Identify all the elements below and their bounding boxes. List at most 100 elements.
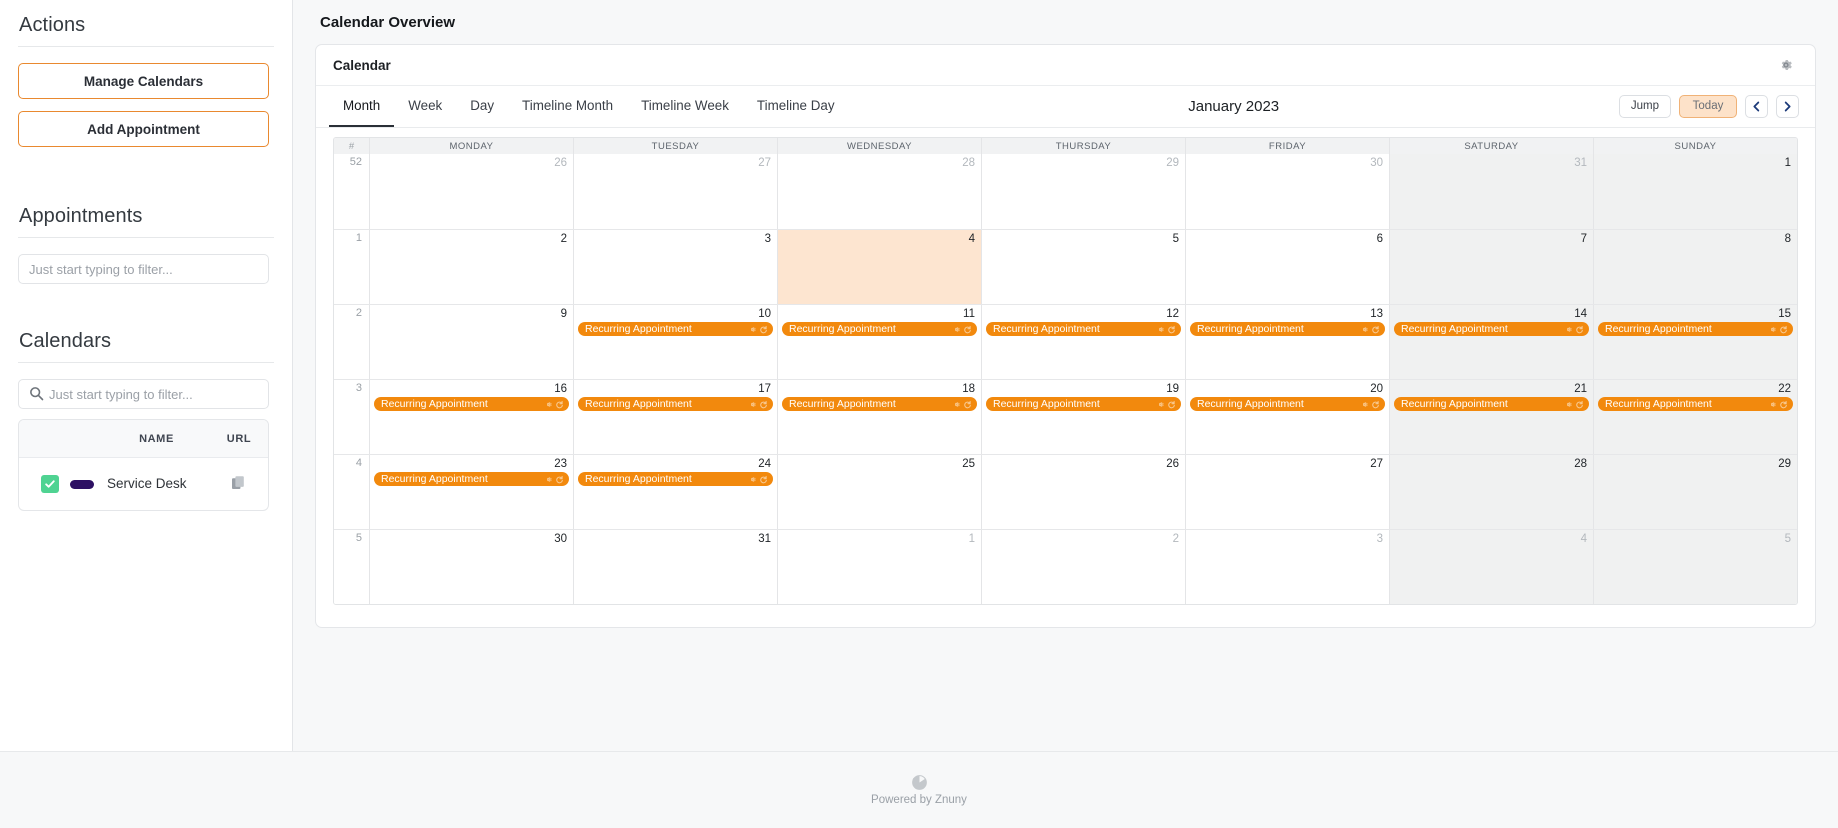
appointment-item[interactable]: Recurring Appointment	[578, 322, 773, 336]
calendar-month-grid: # MONDAY TUESDAY WEDNESDAY THURSDAY FRIDAY SAT…	[333, 137, 1798, 605]
day-number: 28	[962, 157, 975, 169]
appointment-recurrence-icon	[963, 325, 972, 334]
appointment-recurrence-icon	[1779, 325, 1788, 334]
day-number: 2	[560, 233, 567, 245]
gear-icon[interactable]	[1779, 58, 1793, 72]
calendar-visibility-checkbox[interactable]	[41, 475, 59, 493]
row-checkbox-cell	[19, 475, 61, 493]
day-number: 18	[962, 383, 975, 395]
calendar-day-cell[interactable]: 29	[1594, 455, 1797, 529]
calendar-day-cell[interactable]: 25	[778, 455, 982, 529]
appointment-item[interactable]: Recurring Appointment	[1598, 397, 1793, 411]
appointment-title: Recurring Appointment	[1605, 323, 1712, 335]
calendar-day-cell[interactable]: 20 Recurring Appointment	[1186, 380, 1390, 454]
calendar-day-cell[interactable]: 22 Recurring Appointment	[1594, 380, 1797, 454]
day-number: 3	[764, 233, 771, 245]
tab-timeline-day[interactable]: Timeline Day	[743, 86, 849, 127]
calendar-card: Calendar Month Week Day Timeline Month T…	[315, 44, 1816, 628]
calendar-color-swatch	[70, 479, 94, 489]
calendar-day-cell[interactable]: 4	[1390, 530, 1594, 604]
column-header-thursday: THURSDAY	[982, 138, 1186, 154]
tab-timeline-week[interactable]: Timeline Week	[627, 86, 743, 127]
calendar-day-cell[interactable]: 2	[982, 530, 1186, 604]
appointment-item[interactable]: Recurring Appointment	[1190, 397, 1385, 411]
calendar-day-cell[interactable]: 11 Recurring Appointment	[778, 305, 982, 379]
chevron-right-icon[interactable]	[1776, 95, 1799, 118]
appointment-item[interactable]: Recurring Appointment	[986, 397, 1181, 411]
calendar-day-cell[interactable]: 30	[1186, 154, 1390, 229]
appointment-gear-icon	[1768, 325, 1777, 334]
appointment-item[interactable]: Recurring Appointment	[782, 322, 977, 336]
calendar-day-cell[interactable]: 8	[1594, 230, 1797, 304]
appointment-item[interactable]: Recurring Appointment	[578, 472, 773, 486]
appointment-recurrence-icon	[759, 325, 768, 334]
manage-calendars-button[interactable]: Manage Calendars	[18, 63, 269, 99]
appointment-item[interactable]: Recurring Appointment	[986, 322, 1181, 336]
copy-url-button[interactable]	[210, 476, 268, 492]
jump-button[interactable]: Jump	[1618, 95, 1671, 118]
appointment-title: Recurring Appointment	[993, 398, 1100, 410]
appointment-item[interactable]: Recurring Appointment	[374, 472, 569, 486]
calendar-day-cell[interactable]: 27	[1186, 455, 1390, 529]
chevron-left-icon[interactable]	[1745, 95, 1768, 118]
appointments-filter-input[interactable]	[18, 254, 269, 284]
calendar-day-cell[interactable]: 2	[370, 230, 574, 304]
calendar-day-cell[interactable]: 12 Recurring Appointment	[982, 305, 1186, 379]
calendar-day-cell[interactable]: 21 Recurring Appointment	[1390, 380, 1594, 454]
calendar-day-cell[interactable]: 5	[1594, 530, 1797, 604]
app-root: Actions Manage Calendars Add Appointment…	[0, 0, 1838, 828]
calendar-day-cell[interactable]: 31	[574, 530, 778, 604]
calendar-day-cell[interactable]: 1	[1594, 154, 1797, 229]
tab-day[interactable]: Day	[456, 86, 508, 127]
calendar-week-row: 52 26 27 28 29 30 31 1	[334, 154, 1797, 229]
appointment-item[interactable]: Recurring Appointment	[782, 397, 977, 411]
tab-timeline-month[interactable]: Timeline Month	[508, 86, 627, 127]
calendar-day-cell[interactable]: 19 Recurring Appointment	[982, 380, 1186, 454]
calendar-day-cell[interactable]: 27	[574, 154, 778, 229]
calendar-day-cell[interactable]: 3	[1186, 530, 1390, 604]
column-header-monday: MONDAY	[370, 138, 574, 154]
appointment-item[interactable]: Recurring Appointment	[578, 397, 773, 411]
day-number: 27	[1370, 458, 1383, 470]
calendar-day-cell[interactable]: 29	[982, 154, 1186, 229]
calendar-day-cell[interactable]: 15 Recurring Appointment	[1594, 305, 1797, 379]
appointment-gear-icon	[1156, 325, 1165, 334]
appointment-item[interactable]: Recurring Appointment	[1394, 397, 1589, 411]
tab-week[interactable]: Week	[394, 86, 456, 127]
appointment-gear-icon	[748, 475, 757, 484]
calendar-day-cell[interactable]: 9	[370, 305, 574, 379]
calendar-day-cell[interactable]: 18 Recurring Appointment	[778, 380, 982, 454]
calendar-day-cell[interactable]: 13 Recurring Appointment	[1186, 305, 1390, 379]
day-number: 4	[968, 233, 975, 245]
calendar-day-cell[interactable]: 16 Recurring Appointment	[370, 380, 574, 454]
calendar-day-cell[interactable]: 4	[778, 230, 982, 304]
calendar-day-cell[interactable]: 26	[370, 154, 574, 229]
day-number: 19	[1166, 383, 1179, 395]
appointment-item[interactable]: Recurring Appointment	[1394, 322, 1589, 336]
calendar-day-cell[interactable]: 1	[778, 530, 982, 604]
calendar-day-cell[interactable]: 23 Recurring Appointment	[370, 455, 574, 529]
appointment-item[interactable]: Recurring Appointment	[1598, 322, 1793, 336]
add-appointment-button[interactable]: Add Appointment	[18, 111, 269, 147]
calendar-day-cell[interactable]: 30	[370, 530, 574, 604]
calendar-day-cell[interactable]: 3	[574, 230, 778, 304]
calendar-day-cell[interactable]: 28	[1390, 455, 1594, 529]
calendar-day-cell[interactable]: 5	[982, 230, 1186, 304]
calendar-day-cell[interactable]: 24 Recurring Appointment	[574, 455, 778, 529]
appointment-item[interactable]: Recurring Appointment	[1190, 322, 1385, 336]
calendars-filter-input[interactable]	[18, 379, 269, 409]
today-button[interactable]: Today	[1679, 95, 1737, 118]
calendar-day-cell[interactable]: 17 Recurring Appointment	[574, 380, 778, 454]
calendar-day-cell[interactable]: 6	[1186, 230, 1390, 304]
calendar-day-cell[interactable]: 14 Recurring Appointment	[1390, 305, 1594, 379]
calendar-day-cell[interactable]: 31	[1390, 154, 1594, 229]
tab-month[interactable]: Month	[329, 86, 395, 127]
appointment-recurrence-icon	[1371, 325, 1380, 334]
appointment-title: Recurring Appointment	[789, 398, 896, 410]
appointment-item[interactable]: Recurring Appointment	[374, 397, 569, 411]
calendar-day-cell[interactable]: 7	[1390, 230, 1594, 304]
calendar-day-cell[interactable]: 28	[778, 154, 982, 229]
calendar-day-cell[interactable]: 10 Recurring Appointment	[574, 305, 778, 379]
calendar-day-cell[interactable]: 26	[982, 455, 1186, 529]
table-row[interactable]: Service Desk	[19, 458, 268, 510]
